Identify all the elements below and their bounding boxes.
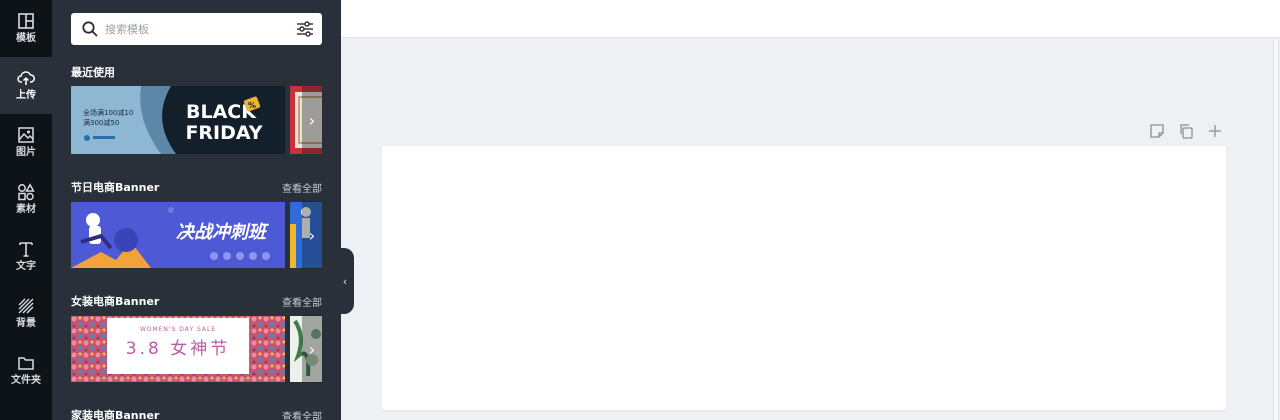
template-thumb-womens-day[interactable]: WOMEN'S DAY SALE 3.8 女神节 [71, 315, 285, 383]
rail-item-label: 背景 [16, 318, 36, 329]
add-icon[interactable] [1206, 122, 1224, 140]
section-title-recent: 最近使用 [71, 66, 115, 79]
chevron-right-icon: › [308, 225, 316, 245]
rail-item-label: 文件夹 [11, 375, 41, 386]
search-input[interactable] [105, 19, 285, 39]
recent-templates-row: 全场满100减10 满300减50 BLACK FRIDAY % › [71, 86, 322, 154]
design-canvas[interactable] [382, 146, 1226, 410]
folder-icon [18, 357, 34, 370]
percent-badge: % [248, 101, 256, 110]
promo-line-1: 全场满100减10 [83, 108, 133, 117]
rail-item-label: 图片 [16, 147, 36, 158]
duplicate-icon[interactable] [1177, 122, 1195, 140]
filter-sliders-icon[interactable] [296, 20, 314, 38]
left-rail: 模板 上传 图片 素材 文字 背景 文件夹 [0, 0, 52, 420]
rail-item-upload[interactable]: 上传 [0, 57, 52, 114]
row-next-button[interactable]: › [302, 86, 322, 154]
rail-item-elements[interactable]: 素材 [0, 171, 52, 228]
chevron-right-icon: › [308, 339, 316, 359]
panel-collapse-handle[interactable]: ‹ [336, 248, 354, 314]
section-title-women: 女装电商Banner [71, 295, 160, 308]
rail-item-label: 素材 [16, 204, 36, 215]
vertical-scrollbar-thumb[interactable] [1273, 40, 1279, 420]
template-thumb-black-friday[interactable]: 全场满100减10 满300减50 BLACK FRIDAY % [71, 86, 285, 154]
template-thumb-sprint[interactable]: 决战冲刺班 [71, 201, 285, 269]
search-box [71, 13, 322, 45]
section-title-home: 家装电商Banner [71, 409, 160, 420]
view-all-festival-link[interactable]: 查看全部 [282, 180, 322, 195]
rail-item-label: 模板 [16, 33, 36, 44]
festival-templates-row: 决战冲刺班 › [71, 201, 322, 269]
chevron-right-icon: › [308, 110, 316, 130]
template-panel: 最近使用 全场满100减10 满300减50 BLACK FRIDAY % › … [52, 0, 341, 420]
row-next-button[interactable]: › [302, 201, 322, 269]
image-icon [18, 127, 34, 143]
women-templates-row: WOMEN'S DAY SALE 3.8 女神节 › [71, 315, 322, 383]
rail-item-text[interactable]: 文字 [0, 228, 52, 285]
sprint-text: 决战冲刺班 [176, 222, 269, 243]
text-icon [19, 242, 33, 257]
chevron-left-icon: ‹ [342, 274, 348, 288]
rail-item-folders[interactable]: 文件夹 [0, 342, 52, 399]
rail-item-background[interactable]: 背景 [0, 285, 52, 342]
friday-text: FRIDAY [185, 122, 262, 144]
top-bar [341, 0, 1280, 38]
promo-line-2: 满300减50 [83, 118, 119, 127]
note-icon[interactable] [1148, 122, 1166, 140]
rail-item-templates[interactable]: 模板 [0, 0, 52, 57]
view-all-home-link[interactable]: 查看全部 [282, 408, 322, 420]
rail-item-label: 文字 [16, 261, 36, 272]
upload-cloud-icon [17, 71, 35, 85]
womens-day-small: WOMEN'S DAY SALE [140, 326, 216, 333]
womens-day-big: 3.8 女神节 [126, 339, 230, 359]
rail-item-images[interactable]: 图片 [0, 114, 52, 171]
row-next-button[interactable]: › [302, 315, 322, 383]
background-hatch-icon [18, 298, 34, 314]
template-icon [18, 13, 34, 29]
search-icon[interactable] [81, 20, 99, 38]
shapes-icon [18, 183, 35, 201]
view-all-women-link[interactable]: 查看全部 [282, 294, 322, 309]
rail-item-label: 上传 [16, 90, 36, 101]
section-title-festival: 节日电商Banner [71, 181, 160, 194]
